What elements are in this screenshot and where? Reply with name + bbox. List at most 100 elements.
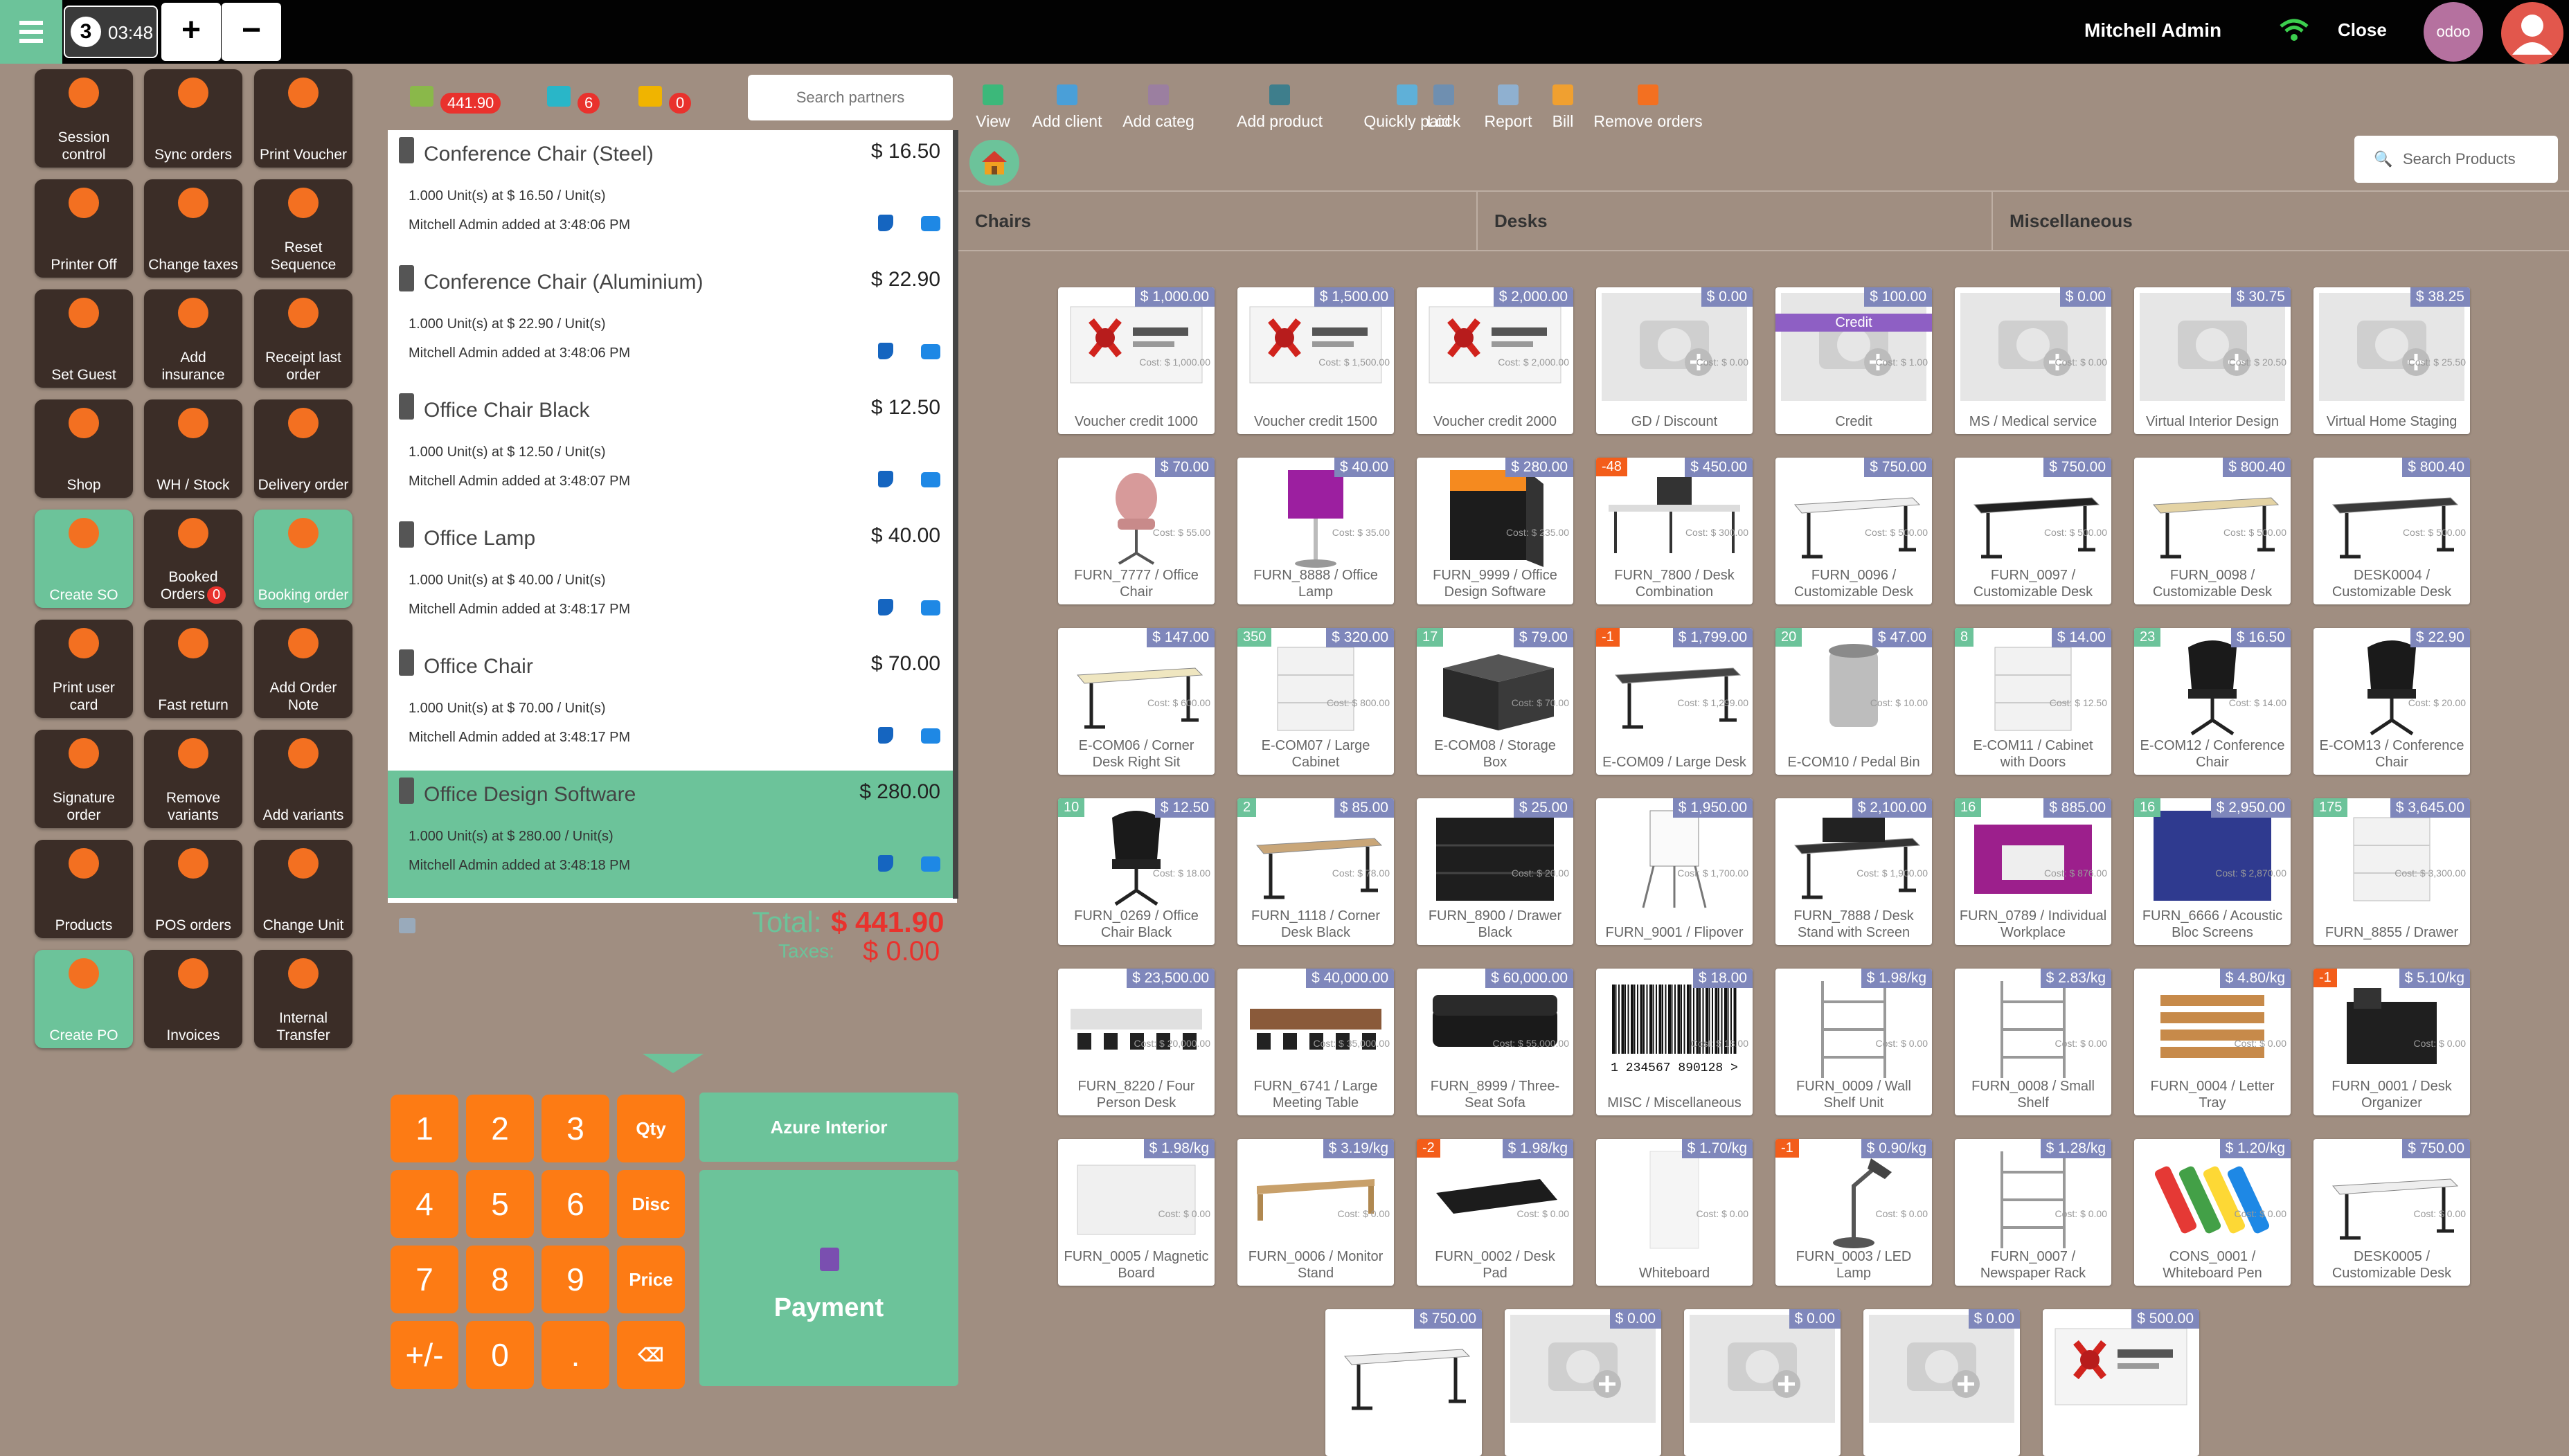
tile-print-voucher[interactable]: Print Voucher xyxy=(254,69,352,168)
tile-create-so[interactable]: Create SO xyxy=(35,510,133,608)
toolbar-add-product-button[interactable]: Add product xyxy=(1212,79,1348,136)
tile-printer-off[interactable]: Printer Off xyxy=(35,179,133,278)
product-card[interactable]: $ 1.28/kg Cost: $ 0.00 FURN_0007 / Newspap… xyxy=(1955,1139,2111,1286)
product-card[interactable]: $ 750.00 Cost: $ 500.00 FURN_0096 / Custom… xyxy=(1775,458,1932,604)
numpad-key-4[interactable]: 4 xyxy=(391,1170,458,1238)
product-card[interactable]: $ 4.80/kg Cost: $ 0.00 FURN_0004 / Letter … xyxy=(2134,969,2291,1115)
toolbar-report-button[interactable]: Report xyxy=(1480,79,1536,136)
order-line[interactable]: Office Chair $ 70.00 1.000 Unit(s) at $ 70… xyxy=(388,642,957,770)
product-card[interactable]: $ 23,500.00 Cost: $ 20,000.00 FURN_8220 / … xyxy=(1058,969,1215,1115)
toolbar-remove-orders-button[interactable]: Remove orders xyxy=(1593,79,1703,136)
note-icon[interactable] xyxy=(921,216,940,231)
remove-order-button[interactable]: − xyxy=(222,3,281,61)
product-card[interactable]: $ 0.90/kg -1 Cost: $ 0.00 FURN_0003 / LED L… xyxy=(1775,1139,1932,1286)
tile-booking-order[interactable]: Booking order xyxy=(254,510,352,608)
numpad-key-0[interactable]: 0 xyxy=(466,1321,534,1389)
tile-sync-orders[interactable]: Sync orders xyxy=(144,69,242,168)
numpad-key-backspace[interactable]: ⌫ xyxy=(617,1321,685,1389)
order-tab[interactable]: 3 03:48 xyxy=(64,6,158,58)
tile-add-variants[interactable]: Add variants xyxy=(254,730,352,828)
product-card[interactable]: $ 1,500.00 Cost: $ 1,500.00 Voucher credit… xyxy=(1237,287,1394,434)
tile-shop[interactable]: Shop xyxy=(35,399,133,498)
tag-icon[interactable] xyxy=(878,215,893,231)
product-card[interactable]: $ 0.00 Cost: $ 0.00 MS / Medical service xyxy=(1955,287,2111,434)
partner-search-input[interactable] xyxy=(748,75,953,120)
product-card[interactable]: $ 40,000.00 Cost: $ 35,000.00 FURN_6741 / … xyxy=(1237,969,1394,1115)
tile-receipt-last-order[interactable]: Receipt last order xyxy=(254,289,352,388)
product-card[interactable]: $ 30.75 Cost: $ 20.50 Virtual Interior Des… xyxy=(2134,287,2291,434)
product-card[interactable]: $ 0.00 xyxy=(1684,1309,1841,1456)
tile-create-po[interactable]: Create PO xyxy=(35,950,133,1048)
category-chairs[interactable]: Chairs xyxy=(958,192,1478,250)
tile-print-user-card[interactable]: Print user card xyxy=(35,620,133,718)
product-card[interactable]: $ 14.00 8 Cost: $ 12.50 E-COM11 / Cabinet w… xyxy=(1955,628,2111,775)
product-card[interactable]: $ 1.98/kg -2 Cost: $ 0.00 FURN_0002 / Desk … xyxy=(1417,1139,1573,1286)
product-card[interactable]: $ 12.50 10 Cost: $ 18.00 FURN_0269 / Office… xyxy=(1058,798,1215,945)
customer-button[interactable]: Azure Interior xyxy=(699,1093,958,1162)
toolbar-bill-button[interactable]: Bill xyxy=(1547,79,1579,136)
numpad-key-9[interactable]: 9 xyxy=(541,1246,609,1313)
product-card[interactable]: $ 3.19/kg Cost: $ 0.00 FURN_0006 / Monitor… xyxy=(1237,1139,1394,1286)
product-card[interactable]: $ 3,645.00 175 Cost: $ 3,300.00 FURN_8855 /… xyxy=(2313,798,2470,945)
product-card[interactable]: $ 0.00 xyxy=(1505,1309,1661,1456)
note-icon[interactable] xyxy=(921,856,940,872)
product-card[interactable]: $ 800.40 Cost: $ 500.00 FURN_0098 / Custom… xyxy=(2134,458,2291,604)
tag-icon[interactable] xyxy=(878,855,893,872)
product-card[interactable]: $ 2,000.00 Cost: $ 2,000.00 Voucher credit… xyxy=(1417,287,1573,434)
product-card[interactable]: $ 1.70/kg Cost: $ 0.00 Whiteboard xyxy=(1596,1139,1753,1286)
tag-icon[interactable] xyxy=(878,471,893,487)
product-search-input[interactable]: 🔍 Search Products xyxy=(2354,136,2558,183)
tile-session-control[interactable]: Session control xyxy=(35,69,133,168)
product-card[interactable]: $ 2,950.00 16 Cost: $ 2,870.00 FURN_6666 / … xyxy=(2134,798,2291,945)
tile-add-order-note[interactable]: Add Order Note xyxy=(254,620,352,718)
numpad-key-3[interactable]: 3 xyxy=(541,1095,609,1162)
product-card[interactable]: $ 79.00 17 Cost: $ 70.00 E-COM08 / Storage … xyxy=(1417,628,1573,775)
numpad-key-2[interactable]: 2 xyxy=(466,1095,534,1162)
product-card[interactable]: $ 16.50 23 Cost: $ 14.00 E-COM12 / Conferen… xyxy=(2134,628,2291,775)
product-card[interactable]: $ 1,000.00 Cost: $ 1,000.00 Voucher credit… xyxy=(1058,287,1215,434)
tag-icon[interactable] xyxy=(878,727,893,744)
product-card[interactable]: $ 1,950.00 Cost: $ 1,700.00 FURN_9001 / Fl… xyxy=(1596,798,1753,945)
tile-reset-sequence[interactable]: Reset Sequence xyxy=(254,179,352,278)
tile-change-unit[interactable]: Change Unit xyxy=(254,840,352,938)
product-card[interactable]: $ 1.98/kg Cost: $ 0.00 FURN_0005 / Magneti… xyxy=(1058,1139,1215,1286)
numpad-key-decimal[interactable]: . xyxy=(541,1321,609,1389)
product-card[interactable]: $ 320.00 350 Cost: $ 800.00 E-COM07 / Large… xyxy=(1237,628,1394,775)
tile-delivery-order[interactable]: Delivery order xyxy=(254,399,352,498)
numpad-key-price[interactable]: Price xyxy=(617,1246,685,1313)
menu-button[interactable] xyxy=(0,0,62,64)
product-card[interactable]: $ 60,000.00 Cost: $ 55,000.00 FURN_8999 / … xyxy=(1417,969,1573,1115)
order-line[interactable]: Office Design Software $ 280.00 1.000 Unit… xyxy=(388,771,957,898)
toggle-numpad-arrow[interactable] xyxy=(643,1054,704,1073)
product-card[interactable]: $ 800.40 Cost: $ 500.00 DESK0004 / Customi… xyxy=(2313,458,2470,604)
product-card[interactable]: $ 0.00 xyxy=(1863,1309,2020,1456)
tile-fast-return[interactable]: Fast return xyxy=(144,620,242,718)
product-card[interactable]: $ 70.00 Cost: $ 55.00 FURN_7777 / Office C… xyxy=(1058,458,1215,604)
toolbar-add-client-button[interactable]: Add client xyxy=(1029,79,1105,136)
tag-icon[interactable] xyxy=(878,599,893,615)
numpad-key-disc[interactable]: Disc xyxy=(617,1170,685,1238)
numpad-key-plus-minus[interactable]: +/- xyxy=(391,1321,458,1389)
tile-internal-transfer[interactable]: Internal Transfer xyxy=(254,950,352,1048)
numpad-key-6[interactable]: 6 xyxy=(541,1170,609,1238)
product-card[interactable]: $ 85.00 2 Cost: $ 78.00 FURN_1118 / Corner … xyxy=(1237,798,1394,945)
category-miscellaneous[interactable]: Miscellaneous xyxy=(1993,192,2569,250)
close-button[interactable]: Close xyxy=(2338,19,2387,41)
toolbar-lock-button[interactable]: Lock xyxy=(1426,79,1461,136)
tile-change-taxes[interactable]: Change taxes xyxy=(144,179,242,278)
add-order-button[interactable]: + xyxy=(161,3,221,61)
payment-button[interactable]: Payment xyxy=(699,1170,958,1386)
product-card[interactable]: $ 47.00 20 Cost: $ 10.00 E-COM10 / Pedal Bi… xyxy=(1775,628,1932,775)
numpad-key-1[interactable]: 1 xyxy=(391,1095,458,1162)
product-card[interactable]: $ 500.00 xyxy=(2043,1309,2199,1456)
note-icon[interactable] xyxy=(921,344,940,359)
product-card[interactable]: $ 2.83/kg Cost: $ 0.00 FURN_0008 / Small S… xyxy=(1955,969,2111,1115)
note-icon[interactable] xyxy=(921,472,940,487)
numpad-key-8[interactable]: 8 xyxy=(466,1246,534,1313)
tile-remove-variants[interactable]: Remove variants xyxy=(144,730,242,828)
tile-add-insurance[interactable]: Add insurance xyxy=(144,289,242,388)
product-card[interactable]: $ 5.10/kg -1 Cost: $ 0.00 FURN_0001 / Desk … xyxy=(2313,969,2470,1115)
numpad-key-5[interactable]: 5 xyxy=(466,1170,534,1238)
product-card[interactable]: $ 40.00 Cost: $ 35.00 FURN_8888 / Office L… xyxy=(1237,458,1394,604)
tile-booked-orders[interactable]: Booked Orders 0 xyxy=(144,510,242,608)
